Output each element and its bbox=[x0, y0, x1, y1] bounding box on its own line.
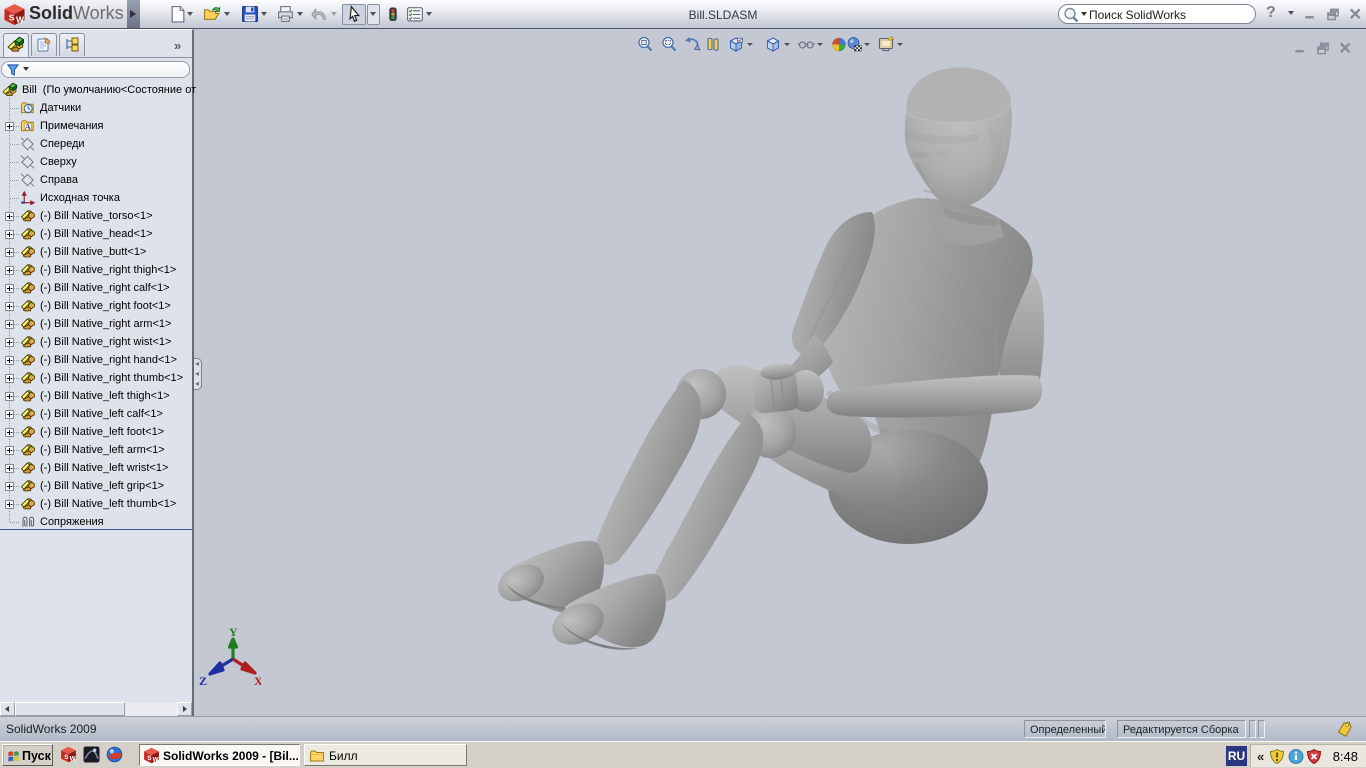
svg-text:X: X bbox=[254, 674, 261, 688]
svg-text:Z: Z bbox=[199, 674, 207, 688]
svg-text:Y: Y bbox=[229, 626, 238, 639]
